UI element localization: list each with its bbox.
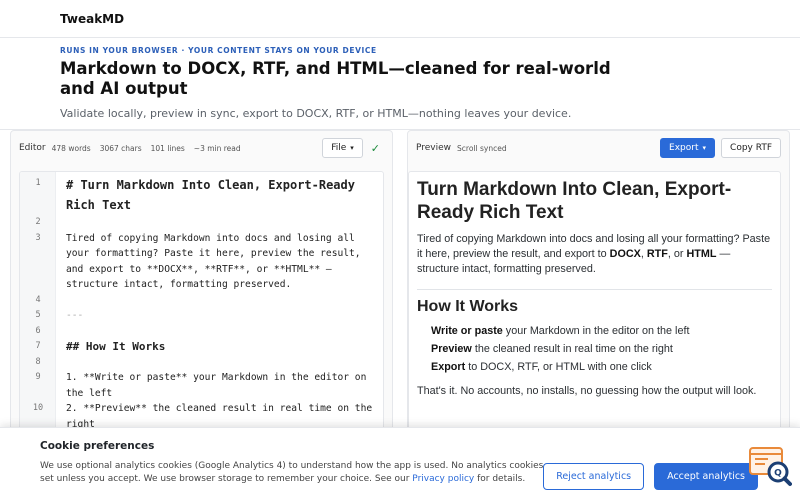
line-text: ## How It Works [66,340,166,353]
list-item: Preview the cleaned result in real time … [417,340,772,358]
line-text [56,215,80,231]
preview-title: Preview [416,143,452,153]
line-number: 4 [35,294,41,305]
line-text [56,355,80,371]
file-menu-button[interactable]: File ▾ [322,138,363,158]
code-line: 7 ## How It Works [20,339,383,355]
top-bar: TweakMD [0,0,800,38]
privacy-policy-link[interactable]: Privacy policy [412,474,474,484]
line-number: 6 [35,325,41,336]
line-number: 2 [35,217,41,227]
code-line: 8 [20,355,383,371]
code-line: 9 1. **Write or paste** your Markdown in … [20,370,383,401]
hero-eyebrow: RUNS IN YOUR BROWSER · YOUR CONTENT STAY… [60,46,377,55]
file-menu-label: File [331,143,347,153]
line-number: 3 [35,232,41,243]
page-title: Markdown to DOCX, RTF, and HTML—cleaned … [60,59,611,98]
cookie-text-b: for details. [474,474,526,484]
code-line: 2 [20,215,383,231]
code-lines: 1 # Turn Markdown Into Clean, Export-Read… [20,176,383,432]
line-number: 8 [35,356,41,367]
search-widget-icon[interactable]: Q [748,444,792,488]
cookie-banner: Cookie preferences We use optional analy… [0,427,800,500]
line-number: 1 [35,178,41,188]
step-text: the cleaned result in real time on the r… [471,343,673,355]
cookie-title: Cookie preferences [40,440,155,452]
cookie-text: We use optional analytics cookies (Googl… [40,460,570,486]
divider [417,289,772,290]
export-label: Export [669,143,699,153]
line-count: 101 lines [150,143,185,153]
hero-subtitle: Validate locally, preview in sync, expor… [60,107,572,120]
editor-title: Editor [19,143,46,153]
line-text: 1. **Write or paste** your Markdown in t… [66,372,373,399]
code-line: 4 [20,293,383,309]
step-bold: Write or paste [431,325,503,337]
step-text: your Markdown in the editor on the left [502,325,690,337]
line-number: 9 [35,372,41,382]
step-bold: Preview [431,343,472,355]
step-bold: Export [431,361,466,373]
code-line: 1 # Turn Markdown Into Clean, Export-Read… [20,176,383,215]
line-text [56,293,80,309]
step-text: to DOCX, RTF, or HTML with one click [465,361,652,373]
hero: RUNS IN YOUR BROWSER · YOUR CONTENT STAY… [0,38,800,130]
intro-sep: , or [667,248,687,260]
line-text: Tired of copying Markdown into docs and … [66,232,367,291]
check-icon: ✓ [370,141,380,155]
line-text: # Turn Markdown Into Clean, Export-Ready… [66,178,363,212]
list-item: Write or paste your Markdown in the edit… [417,322,772,340]
intro-rtf: RTF [646,248,668,260]
editor-toolbar: Editor 478 words 3067 chars 101 lines ~3… [11,131,392,165]
intro-html: HTML [686,248,717,260]
reject-analytics-button[interactable]: Reject analytics [543,463,645,490]
intro-docx: DOCX [609,248,641,260]
line-text: --- [66,310,84,321]
preview-intro: Tired of copying Markdown into docs and … [417,232,772,277]
sync-status: Scroll synced [457,143,507,153]
copy-rtf-button[interactable]: Copy RTF [721,138,781,158]
svg-text:Q: Q [774,469,782,479]
code-line: 3 Tired of copying Markdown into docs and… [20,231,383,293]
word-count: 478 words [51,143,91,153]
code-line: 5 --- [20,308,383,324]
line-text [56,324,80,340]
preview-outro: That's it. No accounts, no installs, no … [417,385,757,397]
read-time: ~3 min read [193,143,241,153]
chevron-down-icon: ▾ [702,144,707,152]
list-item: Export to DOCX, RTF, or HTML with one cl… [417,358,772,376]
preview-heading-1: Turn Markdown Into Clean, Export-Ready R… [417,179,732,223]
cookie-actions: Reject analytics Accept analytics [543,463,758,490]
preview-heading-2: How It Works [417,298,519,315]
code-line: 6 [20,324,383,340]
brand-logo[interactable]: TweakMD [60,12,124,26]
line-number: 5 [35,310,41,320]
preview-toolbar: Preview Scroll synced Export ▾ Copy RTF [408,131,789,165]
chevron-down-icon: ▾ [350,144,354,152]
char-count: 3067 chars [99,143,142,153]
export-button[interactable]: Export ▾ [660,138,716,158]
accept-analytics-button[interactable]: Accept analytics [654,463,758,490]
line-number: 7 [35,341,41,351]
